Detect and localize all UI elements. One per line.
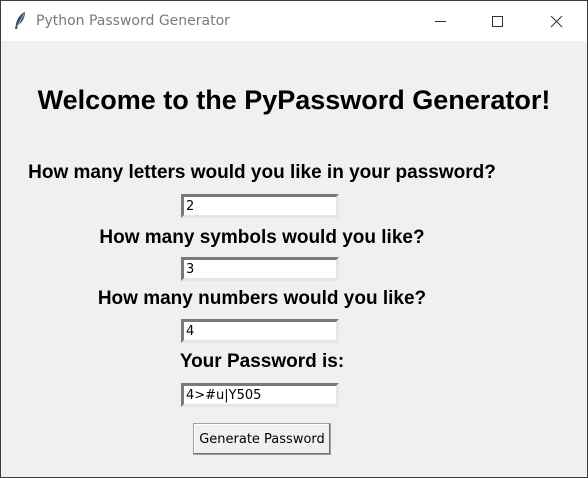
- minimize-button[interactable]: [413, 1, 469, 41]
- page-title: Welcome to the PyPassword Generator!: [37, 85, 551, 115]
- letters-input[interactable]: [181, 194, 339, 218]
- feather-icon: [12, 11, 28, 31]
- maximize-button[interactable]: [469, 1, 525, 41]
- numbers-input[interactable]: [181, 319, 339, 343]
- minimize-icon: [435, 21, 446, 22]
- window-title: Python Password Generator: [36, 13, 230, 29]
- window-content: Welcome to the PyPassword Generator! How…: [1, 41, 587, 477]
- close-button[interactable]: [527, 1, 583, 41]
- numbers-label: How many numbers would you like?: [97, 288, 427, 309]
- close-icon: [550, 15, 563, 28]
- password-output[interactable]: [181, 383, 339, 407]
- generate-password-button[interactable]: Generate Password: [193, 423, 331, 455]
- title-bar[interactable]: Python Password Generator: [1, 1, 587, 41]
- symbols-input[interactable]: [181, 257, 339, 281]
- symbols-label: How many symbols would you like?: [99, 227, 425, 248]
- maximize-icon: [492, 16, 503, 27]
- letters-label: How many letters would you like in your …: [28, 162, 496, 183]
- password-label: Your Password is:: [179, 351, 345, 372]
- app-window: Python Password Generator Welcome to the…: [0, 0, 588, 478]
